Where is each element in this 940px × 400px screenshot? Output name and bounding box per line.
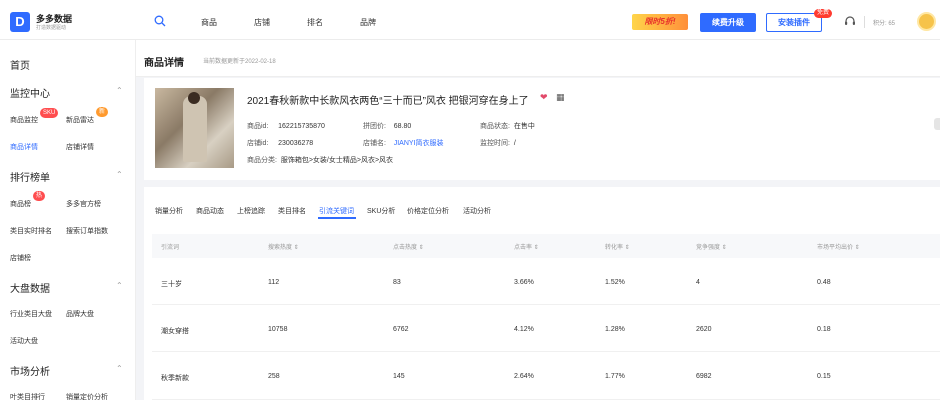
product-category: 商品分类: 服饰箱包>女装/女士精品>风衣>风衣 (247, 157, 394, 164)
product-id: 商品id: 162215735870 (247, 123, 325, 130)
tab-category-rank[interactable]: 类目排名 (278, 206, 306, 216)
promo-banner[interactable]: 限时5折! (632, 14, 688, 30)
group-price: 拼团价: 68.80 (363, 123, 412, 130)
page-header: 商品详情 当前数据更新于2022-02-18 (136, 40, 940, 77)
sidebar-group-market[interactable]: 大盘数据 (10, 280, 50, 295)
sidebar-item-product-rank[interactable]: 商品榜 (10, 199, 31, 209)
sidebar-group-analysis[interactable]: 市场分析 (10, 363, 50, 378)
page-title: 商品详情 (144, 58, 184, 69)
tab-sku-analysis[interactable]: SKU分析 (367, 206, 395, 216)
cell-ctr: 4.12% (514, 326, 534, 333)
cell-keyword: 潮女穿搭 (161, 328, 189, 335)
cell-conversion: 1.77% (605, 373, 625, 380)
cell-ctr: 3.66% (514, 279, 534, 286)
top-bar: D 多多数据 打造数据驱动 商品 店铺 排名 品牌 限时5折! 续费升级 安装插… (0, 0, 940, 40)
cell-click-heat: 145 (393, 373, 405, 380)
sidebar-item-new-radar[interactable]: 新品雷达 (66, 115, 94, 125)
col-ctr[interactable]: 点击率 ⇕ (514, 242, 539, 251)
brand-tagline: 打造数据驱动 (36, 25, 67, 31)
points-display: 积分: 65 (873, 21, 896, 27)
cell-search-heat: 10758 (268, 326, 288, 333)
tab-activity-analysis[interactable]: 活动分析 (463, 206, 491, 216)
sku-badge: SKU (40, 108, 59, 118)
sidebar-item-price-analysis[interactable]: 销量定价分析 (66, 392, 108, 400)
customer-service-icon[interactable] (844, 15, 856, 27)
col-click-heat[interactable]: 点击热度 ⇕ (393, 242, 424, 251)
monitor-time: 监控时间: / (480, 140, 516, 147)
col-search-heat[interactable]: 搜索热度 ⇕ (268, 242, 299, 251)
analysis-panel: 销量分析 商品动态 上榜追踪 类目排名 引流关键词 SKU分析 价格定位分析 活… (144, 187, 940, 400)
sidebar-item-shop-rank[interactable]: 店铺榜 (10, 253, 31, 263)
col-competition[interactable]: 竞争强度 ⇕ (696, 242, 727, 251)
product-title[interactable]: 2021春秋新款中长款风衣两色“三十而已”风衣 把银河穿在身上了 (247, 92, 529, 107)
tab-ranking-tracking[interactable]: 上榜追踪 (237, 206, 265, 216)
shop-id: 店铺id: 230036278 (247, 140, 314, 147)
cell-keyword: 三十岁 (161, 281, 182, 288)
nav-brand[interactable]: 品牌 (360, 17, 376, 28)
cell-competition: 2620 (696, 326, 712, 333)
cell-avg-bid: 0.18 (817, 326, 831, 333)
cell-avg-bid: 0.15 (817, 373, 831, 380)
sidebar-item-shop-detail[interactable]: 店铺详情 (66, 142, 94, 152)
cell-ctr: 2.64% (514, 373, 534, 380)
new-badge: 新 (96, 107, 109, 117)
nav-product[interactable]: 商品 (201, 17, 217, 28)
sidebar-group-monitor[interactable]: 监控中心 (10, 85, 50, 100)
cell-click-heat: 6762 (393, 326, 409, 333)
sidebar-item-industry[interactable]: 行业类目大盘 (10, 309, 52, 319)
product-image[interactable] (155, 88, 234, 168)
install-plugin-button[interactable]: 安装插件 (766, 13, 822, 32)
sidebar-item-activity-market[interactable]: 活动大盘 (10, 336, 38, 346)
product-status: 商品状态: 在售中 (480, 123, 535, 130)
chevron-up-icon[interactable]: ⌃ (116, 170, 123, 179)
cell-search-heat: 112 (268, 279, 280, 286)
sidebar-item-product-detail[interactable]: 商品详情 (10, 142, 38, 152)
shop-name-link[interactable]: JIANYI简衣服装 (394, 140, 444, 147)
update-time: 当前数据更新于2022-02-18 (203, 59, 276, 65)
cell-competition: 4 (696, 279, 700, 286)
shop-name: 店铺名: JIANYI简衣服装 (363, 140, 444, 147)
scroll-handle[interactable] (934, 118, 940, 130)
tab-price-positioning[interactable]: 价格定位分析 (407, 206, 449, 216)
tab-product-dynamics[interactable]: 商品动态 (196, 206, 224, 216)
sidebar-home[interactable]: 首页 (10, 57, 30, 72)
sidebar-item-leaf-category[interactable]: 叶类目排行 (10, 392, 45, 400)
cell-search-heat: 258 (268, 373, 280, 380)
cell-conversion: 1.52% (605, 279, 625, 286)
cell-click-heat: 83 (393, 279, 401, 286)
hot-badge: 热 (33, 191, 46, 201)
cell-keyword: 秋季新款 (161, 375, 189, 382)
cell-avg-bid: 0.48 (817, 279, 831, 286)
chevron-up-icon[interactable]: ⌃ (116, 364, 123, 373)
sidebar: 首页 监控中心 ⌃ 商品监控 SKU 新品雷达 新 商品详情 店铺详情 排行榜单… (0, 40, 136, 400)
cell-competition: 6982 (696, 373, 712, 380)
avatar[interactable] (917, 12, 936, 31)
logo-icon[interactable]: D (10, 12, 30, 32)
heart-icon[interactable]: ❤ (540, 92, 548, 103)
nav-ranking[interactable]: 排名 (307, 17, 323, 28)
nav-shop[interactable]: 店铺 (254, 17, 270, 28)
upgrade-button[interactable]: 续费升级 (700, 13, 756, 32)
active-tab-indicator (318, 217, 356, 219)
tab-sales-analysis[interactable]: 销量分析 (155, 206, 183, 216)
free-badge: 免费 (814, 9, 833, 18)
chevron-up-icon[interactable]: ⌃ (116, 86, 123, 95)
sidebar-item-category-realtime[interactable]: 类目实时排名 (10, 226, 52, 236)
tab-traffic-keywords[interactable]: 引流关键词 (319, 206, 354, 216)
grid-icon[interactable]: ▦ (556, 92, 565, 103)
col-avg-bid[interactable]: 市场平均出价 ⇕ (817, 242, 860, 251)
col-keyword: 引流词 (161, 245, 180, 251)
cell-conversion: 1.28% (605, 326, 625, 333)
search-icon[interactable] (154, 15, 166, 27)
sidebar-group-ranking[interactable]: 排行榜单 (10, 169, 50, 184)
sidebar-item-official-rank[interactable]: 多多官方榜 (66, 199, 101, 209)
divider (864, 16, 865, 28)
col-conversion[interactable]: 转化率 ⇕ (605, 242, 630, 251)
sidebar-item-search-index[interactable]: 搜索订单指数 (66, 226, 108, 236)
chevron-up-icon[interactable]: ⌃ (116, 281, 123, 290)
product-card: 2021春秋新款中长款风衣两色“三十而已”风衣 把银河穿在身上了 ❤ ▦ 商品i… (144, 78, 940, 180)
sidebar-item-brand-market[interactable]: 品牌大盘 (66, 309, 94, 319)
sidebar-item-product-monitor[interactable]: 商品监控 (10, 115, 38, 125)
